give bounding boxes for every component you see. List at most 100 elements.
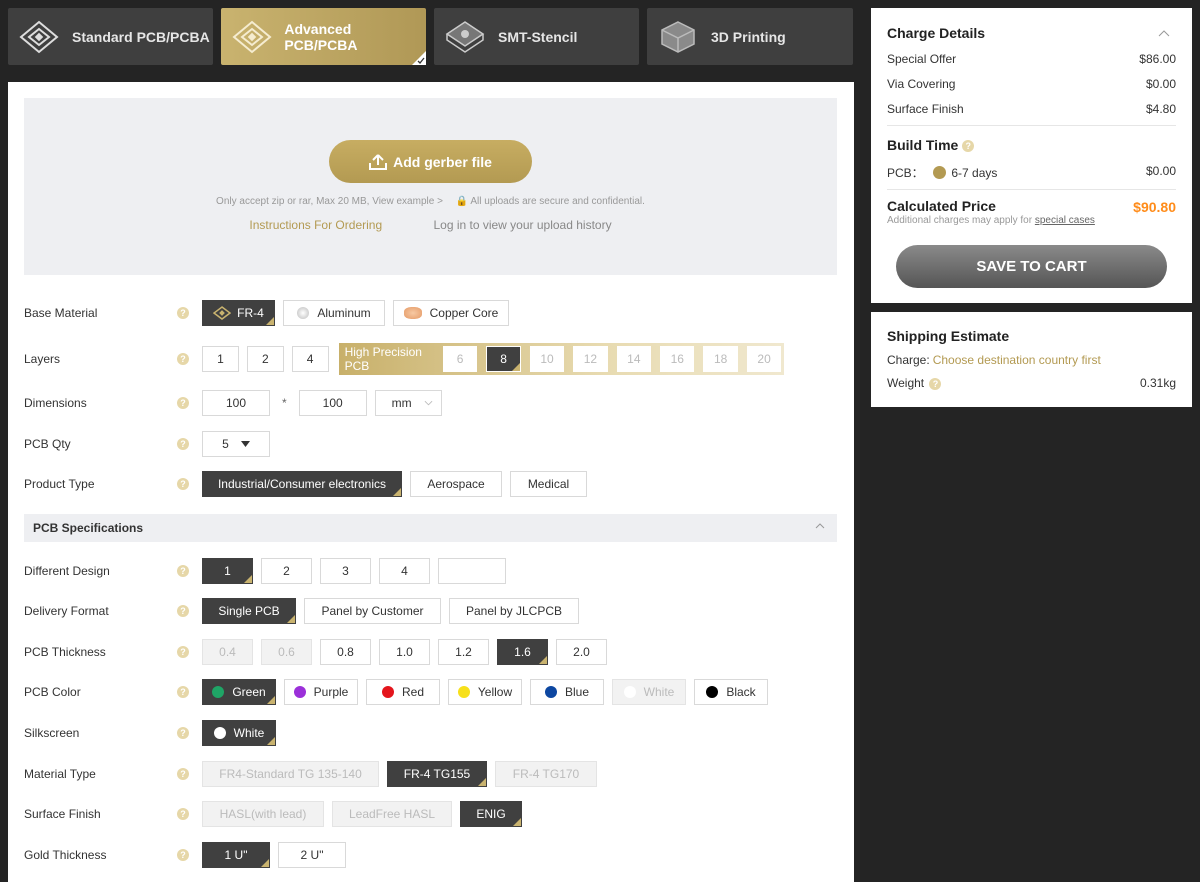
advanced-pcb-icon — [231, 18, 272, 56]
option-design-4[interactable]: 4 — [379, 558, 430, 584]
yellow-swatch-icon — [457, 686, 470, 698]
help-icon[interactable]: ? — [177, 686, 189, 698]
white-swatch-icon — [623, 686, 636, 698]
unit-select[interactable]: mm — [374, 390, 442, 416]
option-color-black[interactable]: Black — [694, 679, 768, 705]
fr4-icon — [213, 306, 232, 320]
order-form-panel: Add gerber file Only accept zip or rar, … — [8, 82, 854, 882]
option-thickness-2.0[interactable]: 2.0 — [556, 639, 607, 665]
option-panel-by-customer[interactable]: Panel by Customer — [304, 598, 441, 624]
help-icon[interactable]: ? — [962, 140, 975, 153]
option-layer-18[interactable]: 18 — [703, 346, 738, 372]
option-panel-by-jlcpcb[interactable]: Panel by JLCPCB — [449, 598, 579, 624]
chevron-up-icon — [815, 523, 825, 529]
option-thickness-1.0[interactable]: 1.0 — [379, 639, 430, 665]
upload-history-link[interactable]: Log in to view your upload history — [433, 218, 611, 232]
option-color-red[interactable]: Red — [366, 679, 440, 705]
tab-standard-pcb[interactable]: Standard PCB/PCBA — [8, 8, 213, 65]
help-icon[interactable]: ? — [177, 808, 189, 820]
option-color-blue[interactable]: Blue — [530, 679, 604, 705]
option-layer-16[interactable]: 16 — [660, 346, 695, 372]
option-copper-core[interactable]: Copper Core — [393, 300, 509, 326]
option-gold-2u[interactable]: 2 U" — [278, 842, 346, 868]
design-custom-input[interactable] — [438, 558, 506, 584]
add-gerber-button[interactable]: Add gerber file — [329, 140, 532, 183]
option-layer-10[interactable]: 10 — [529, 346, 565, 372]
help-icon[interactable]: ? — [177, 849, 189, 861]
option-hasl-with-lead[interactable]: HASL(with lead) — [202, 801, 324, 827]
option-single-pcb[interactable]: Single PCB — [202, 598, 296, 624]
lock-icon: 🔒 — [455, 196, 469, 207]
help-icon[interactable]: ? — [177, 768, 189, 780]
help-icon[interactable]: ? — [177, 605, 189, 617]
tab-3d-printing[interactable]: 3D Printing — [647, 8, 853, 65]
build-time-title: Build Time ? — [887, 137, 975, 153]
option-thickness-1.6[interactable]: 1.6 — [497, 639, 548, 665]
height-input[interactable]: 100 — [298, 390, 367, 416]
tab-advanced-pcb[interactable]: Advanced PCB/PCBA — [221, 8, 426, 65]
special-cases-link[interactable]: special cases — [1035, 215, 1095, 226]
help-icon[interactable]: ? — [177, 646, 189, 658]
aluminum-icon — [297, 307, 310, 319]
collapse-icon[interactable] — [1158, 30, 1170, 37]
option-layer-4[interactable]: 4 — [291, 346, 329, 372]
option-layer-1[interactable]: 1 — [202, 346, 239, 372]
pcb-specifications-header[interactable]: PCB Specifications — [24, 514, 837, 542]
choose-country-link[interactable]: Choose destination country first — [933, 353, 1101, 367]
help-icon[interactable]: ? — [177, 438, 189, 450]
green-swatch-icon — [212, 686, 225, 698]
option-fr4-standard-tg[interactable]: FR4-Standard TG 135-140 — [202, 761, 379, 787]
product-type-label: Product Type — [24, 477, 95, 491]
weight-row: Weight ? 0.31kg — [887, 376, 1176, 390]
option-color-yellow[interactable]: Yellow — [448, 679, 522, 705]
save-to-cart-button[interactable]: SAVE TO CART — [896, 245, 1167, 288]
help-icon[interactable]: ? — [177, 397, 189, 409]
option-aluminum[interactable]: Aluminum — [283, 300, 385, 326]
option-gold-1u[interactable]: 1 U" — [202, 842, 270, 868]
option-design-2[interactable]: 2 — [261, 558, 312, 584]
dimensions-label: Dimensions — [24, 396, 87, 410]
tab-smt-stencil[interactable]: SMT-Stencil — [434, 8, 639, 65]
option-layer-6[interactable]: 6 — [442, 346, 478, 372]
3d-printing-icon — [657, 18, 699, 56]
help-icon[interactable]: ? — [177, 307, 189, 319]
option-silkscreen-white[interactable]: White — [202, 720, 276, 746]
option-design-3[interactable]: 3 — [320, 558, 371, 584]
pcb-color-label: PCB Color — [24, 685, 81, 699]
charge-row-surface-finish: Surface Finish $4.80 — [887, 102, 1176, 116]
qty-select[interactable]: 5 — [202, 431, 270, 457]
option-design-1[interactable]: 1 — [202, 558, 253, 584]
option-aerospace[interactable]: Aerospace — [410, 471, 502, 497]
option-enig[interactable]: ENIG — [460, 801, 522, 827]
option-thickness-0.6[interactable]: 0.6 — [261, 639, 312, 665]
width-input[interactable]: 100 — [202, 390, 270, 416]
help-icon[interactable]: ? — [177, 565, 189, 577]
option-thickness-1.2[interactable]: 1.2 — [438, 639, 489, 665]
option-color-green[interactable]: Green — [202, 679, 276, 705]
option-fr4-tg155[interactable]: FR-4 TG155 — [387, 761, 487, 787]
option-leadfree-hasl[interactable]: LeadFree HASL — [332, 801, 452, 827]
calculated-price-value: $90.80 — [1133, 199, 1176, 215]
black-swatch-icon — [706, 686, 719, 698]
option-medical[interactable]: Medical — [510, 471, 587, 497]
surface-finish-label: Surface Finish — [24, 807, 101, 821]
option-layer-20[interactable]: 20 — [746, 346, 782, 372]
option-layer-12[interactable]: 12 — [573, 346, 608, 372]
help-icon[interactable]: ? — [929, 377, 942, 390]
option-fr4-tg170[interactable]: FR-4 TG170 — [495, 761, 597, 787]
option-thickness-0.4[interactable]: 0.4 — [202, 639, 253, 665]
option-industrial[interactable]: Industrial/Consumer electronics — [202, 471, 402, 497]
upload-area[interactable]: Add gerber file Only accept zip or rar, … — [24, 98, 837, 275]
help-icon[interactable]: ? — [177, 478, 189, 490]
option-layer-14[interactable]: 14 — [616, 346, 652, 372]
help-icon[interactable]: ? — [177, 727, 189, 739]
help-icon[interactable]: ? — [177, 353, 189, 365]
option-fr4[interactable]: FR-4 — [202, 300, 275, 326]
option-thickness-0.8[interactable]: 0.8 — [320, 639, 371, 665]
option-color-white[interactable]: White — [612, 679, 686, 705]
option-layer-2[interactable]: 2 — [246, 346, 284, 372]
instructions-link[interactable]: Instructions For Ordering — [249, 218, 382, 232]
option-color-purple[interactable]: Purple — [284, 679, 358, 705]
check-circle-icon[interactable] — [933, 166, 947, 179]
option-layer-8[interactable]: 8 — [486, 346, 521, 372]
